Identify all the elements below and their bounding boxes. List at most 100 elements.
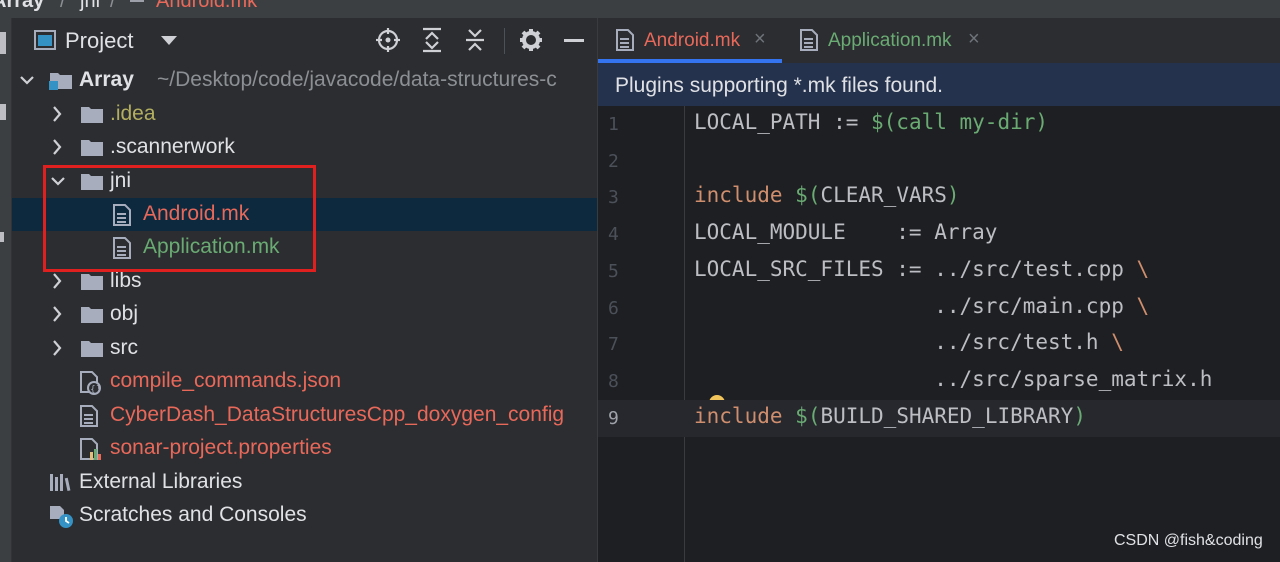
close-icon[interactable]: × bbox=[754, 28, 766, 51]
locate-file-icon[interactable] bbox=[376, 28, 400, 52]
tab-label: Application.mk bbox=[828, 30, 952, 51]
project-panel-header: Project bbox=[12, 18, 597, 64]
json-file-icon: {} bbox=[80, 371, 102, 398]
line-number: 3 bbox=[608, 187, 619, 209]
line-number: 1 bbox=[608, 114, 619, 135]
tab-label: Android.mk bbox=[644, 30, 741, 51]
hide-panel-icon[interactable] bbox=[564, 39, 584, 42]
bookmarks-tool-icon[interactable] bbox=[0, 232, 4, 242]
chevron-right-icon[interactable] bbox=[50, 137, 64, 157]
tree-item-label: .scannerwork bbox=[110, 135, 235, 158]
line-number: 2 bbox=[608, 150, 619, 172]
tree-item-idea[interactable]: .idea bbox=[12, 98, 597, 131]
macro-token: ) bbox=[1073, 403, 1086, 428]
breadcrumb-separator: / bbox=[110, 0, 116, 12]
macro-token: ) bbox=[946, 183, 960, 208]
line-number: 4 bbox=[608, 224, 619, 246]
library-icon bbox=[49, 472, 73, 498]
chevron-right-icon[interactable] bbox=[50, 104, 64, 124]
tree-item-label: sonar-project.properties bbox=[110, 436, 332, 459]
breadcrumb-separator: / bbox=[60, 0, 66, 12]
annotation-highlight-box bbox=[43, 165, 316, 272]
line-number: 6 bbox=[608, 297, 619, 319]
tree-item-scratches[interactable]: Scratches and Consoles bbox=[12, 499, 597, 532]
project-tool-window: Project Array ~/Desktop/code/javacode/da… bbox=[12, 18, 597, 562]
tree-item-doxygen-config[interactable]: CyberDash_DataStructuresCpp_doxygen_conf… bbox=[12, 399, 597, 432]
tree-item-array[interactable]: Array ~/Desktop/code/javacode/data-struct… bbox=[12, 64, 597, 97]
gear-icon[interactable] bbox=[519, 28, 543, 52]
project-view-icon bbox=[34, 30, 56, 50]
file-icon bbox=[800, 29, 818, 56]
code-token: BUILD_SHARED_LIBRARY bbox=[820, 403, 1074, 428]
code-line[interactable]: 6 ../src/main.cpp \ bbox=[598, 290, 1280, 327]
chevron-right-icon[interactable] bbox=[50, 304, 64, 324]
editor-tab-bar: Android.mk × Application.mk × bbox=[598, 18, 1280, 63]
tree-item-label: CyberDash_DataStructuresCpp_doxygen_conf… bbox=[110, 403, 565, 426]
tree-item-sonar-properties[interactable]: sonar-project.properties bbox=[12, 432, 597, 465]
code-text: include $(CLEAR_VARS) bbox=[694, 183, 960, 207]
code-text: ../src/sparse_matrix.h bbox=[694, 367, 1212, 391]
code-token: ../src/sparse_matrix.h bbox=[694, 366, 1213, 391]
tree-item-scannerwork[interactable]: .scannerwork bbox=[12, 131, 597, 164]
editor-area: Android.mk × Application.mk × Plugins suppo… bbox=[597, 18, 1280, 562]
code-editor[interactable]: 1 LOCAL_PATH := $(call my-dir) 2 3 include $… bbox=[598, 106, 1280, 562]
code-line[interactable]: 5 LOCAL_SRC_FILES := ../src/test.cpp \ bbox=[598, 253, 1280, 290]
breadcrumb-dir[interactable]: jni bbox=[80, 0, 100, 13]
tree-item-external-libraries[interactable]: External Libraries bbox=[12, 466, 597, 499]
code-text: LOCAL_SRC_FILES := ../src/test.cpp \ bbox=[694, 257, 1149, 281]
code-line[interactable]: 9 include $(BUILD_SHARED_LIBRARY) bbox=[598, 399, 1280, 437]
code-text: LOCAL_MODULE := Array bbox=[694, 220, 997, 244]
breadcrumb-file[interactable]: Android.mk bbox=[156, 0, 257, 13]
line-number: 7 bbox=[608, 334, 619, 356]
tree-item-obj[interactable]: obj bbox=[12, 298, 597, 331]
code-line[interactable]: 3 include $(CLEAR_VARS) bbox=[598, 179, 1280, 216]
code-line[interactable]: 4 LOCAL_MODULE := Array bbox=[598, 216, 1280, 253]
tool-window-stripe[interactable] bbox=[0, 18, 12, 562]
chevron-right-icon[interactable] bbox=[50, 338, 64, 358]
code-token: CLEAR_VARS bbox=[820, 183, 947, 208]
scratch-icon bbox=[49, 505, 75, 532]
code-line[interactable]: 2 bbox=[598, 143, 1280, 180]
code-token: LOCAL_SRC_FILES := ../src/test.cpp bbox=[694, 256, 1137, 281]
plugin-suggestion-banner: Plugins supporting *.mk files found. bbox=[598, 63, 1280, 106]
line-continuation-token: \ bbox=[1111, 330, 1124, 355]
chevron-down-icon[interactable] bbox=[19, 70, 34, 90]
file-icon bbox=[616, 29, 634, 56]
chevron-right-icon[interactable] bbox=[50, 271, 64, 291]
collapse-all-icon[interactable] bbox=[464, 27, 486, 53]
line-number: 9 bbox=[608, 407, 619, 429]
close-icon[interactable]: × bbox=[968, 28, 980, 51]
tree-item-label: obj bbox=[110, 302, 139, 325]
code-text: ../src/main.cpp \ bbox=[694, 294, 1149, 318]
tree-item-src[interactable]: src bbox=[12, 332, 597, 365]
module-folder-icon bbox=[49, 70, 73, 96]
code-text: include $(BUILD_SHARED_LIBRARY) bbox=[694, 404, 1086, 428]
tree-item-label: Scratches and Consoles bbox=[79, 503, 307, 526]
svg-text:{}: {} bbox=[90, 385, 101, 395]
structure-tool-icon[interactable] bbox=[0, 104, 6, 120]
editor-tab-android-mk[interactable]: Android.mk × bbox=[598, 18, 782, 63]
folder-icon bbox=[80, 271, 104, 297]
project-view-selector[interactable]: Project bbox=[65, 28, 133, 54]
code-token: LOCAL_MODULE := Array bbox=[694, 220, 998, 245]
file-icon bbox=[80, 405, 98, 432]
breadcrumb-root[interactable]: Array bbox=[0, 0, 44, 13]
code-line[interactable]: 8 ../src/sparse_matrix.h bbox=[598, 363, 1280, 400]
line-number: 8 bbox=[608, 370, 619, 392]
macro-token: $( bbox=[795, 403, 821, 428]
tree-item-label: Array bbox=[79, 68, 134, 91]
chevron-down-icon[interactable] bbox=[161, 36, 177, 46]
project-tool-icon[interactable] bbox=[0, 32, 6, 54]
tree-item-label: .idea bbox=[110, 102, 156, 125]
expand-all-icon[interactable] bbox=[421, 27, 443, 53]
properties-file-icon bbox=[80, 438, 102, 465]
project-path: ~/Desktop/code/javacode/data-structures-… bbox=[157, 68, 557, 91]
navigation-breadcrumb: Array / jni / Android.mk bbox=[0, 0, 1280, 18]
code-line[interactable]: 7 ../src/test.h \ bbox=[598, 326, 1280, 363]
tree-item-compile-commands[interactable]: {} compile_commands.json bbox=[12, 365, 597, 398]
code-line[interactable]: 1 LOCAL_PATH := $(call my-dir) bbox=[598, 106, 1280, 143]
banner-text: Plugins supporting *.mk files found. bbox=[615, 74, 944, 97]
editor-tab-application-mk[interactable]: Application.mk × bbox=[782, 18, 992, 63]
